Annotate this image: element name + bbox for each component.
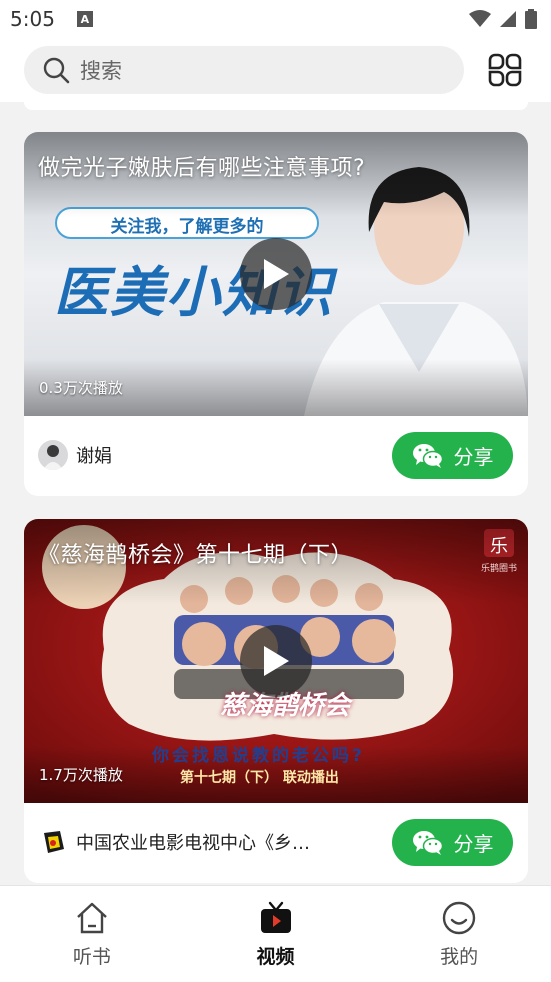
video-card[interactable]: 关注我，了解更多的 医美小知识 做完光子嫩肤后有哪些注意事项? 0.3万次播放 … [24, 132, 528, 496]
play-button[interactable] [240, 238, 312, 310]
video-title: 《慈海鹊桥会》第十七期（下） [38, 543, 354, 568]
home-icon [77, 902, 107, 934]
notification-icon: A [76, 11, 93, 27]
search-icon [43, 57, 70, 84]
nav-label: 我的 [440, 946, 479, 968]
author-avatar[interactable] [38, 440, 68, 470]
play-icon [264, 646, 289, 676]
play-button[interactable] [240, 625, 312, 697]
play-count: 1.7万次播放 [39, 766, 123, 784]
video-card[interactable]: 乐 乐鹊圈书 慈海鹊桥会 你会找恩说教的老公吗? 第十七期（下） 联动播出 《慈… [24, 519, 528, 883]
wechat-icon [412, 443, 443, 468]
thumbnail-logo: 乐 [490, 536, 508, 557]
video-thumbnail[interactable]: 关注我，了解更多的 医美小知识 做完光子嫩肤后有哪些注意事项? 0.3万次播放 [24, 132, 528, 416]
signal-icon [500, 11, 516, 27]
video-thumbnail[interactable]: 乐 乐鹊圈书 慈海鹊桥会 你会找恩说教的老公吗? 第十七期（下） 联动播出 《慈… [24, 519, 528, 803]
status-bar: 5:05 A [0, 0, 551, 38]
smile-icon [442, 901, 476, 935]
thumbnail-logo-text: 乐鹊圈书 [480, 564, 517, 574]
thumbnail-question: 你会找恩说教的老公吗? [152, 746, 365, 766]
nav-item-video[interactable]: 视频 [184, 886, 368, 982]
search-input[interactable]: 搜索 [24, 46, 464, 94]
battery-icon [525, 9, 537, 29]
play-icon [264, 259, 289, 289]
wechat-icon [412, 830, 443, 855]
author-name[interactable]: 谢娟 [76, 442, 112, 468]
search-placeholder: 搜索 [80, 59, 122, 83]
thumbnail-episode: 第十七期（下） 联动播出 [180, 770, 339, 786]
nav-label: 听书 [72, 946, 111, 968]
status-time: 5:05 [10, 7, 55, 31]
share-label: 分享 [453, 445, 494, 469]
author-avatar[interactable] [38, 827, 68, 857]
share-button[interactable]: 分享 [392, 432, 513, 479]
author-name[interactable]: 中国农业电影电视中心《乡约... [76, 829, 326, 855]
play-count: 0.3万次播放 [39, 379, 123, 397]
thumbnail-banner: 关注我，了解更多的 [110, 217, 264, 237]
nav-item-listen[interactable]: 听书 [0, 886, 184, 982]
wifi-icon [469, 10, 491, 27]
video-title: 做完光子嫩肤后有哪些注意事项? [38, 156, 366, 181]
share-label: 分享 [453, 832, 494, 856]
tv-icon [260, 901, 291, 933]
category-grid-icon[interactable] [485, 50, 525, 90]
nav-item-mine[interactable]: 我的 [367, 886, 551, 982]
bottom-navigation: 听书 视频 我的 [0, 885, 551, 982]
top-bar: 搜索 [0, 38, 551, 102]
previous-card-edge [24, 102, 528, 110]
nav-label: 视频 [256, 946, 295, 968]
share-button[interactable]: 分享 [392, 819, 513, 866]
